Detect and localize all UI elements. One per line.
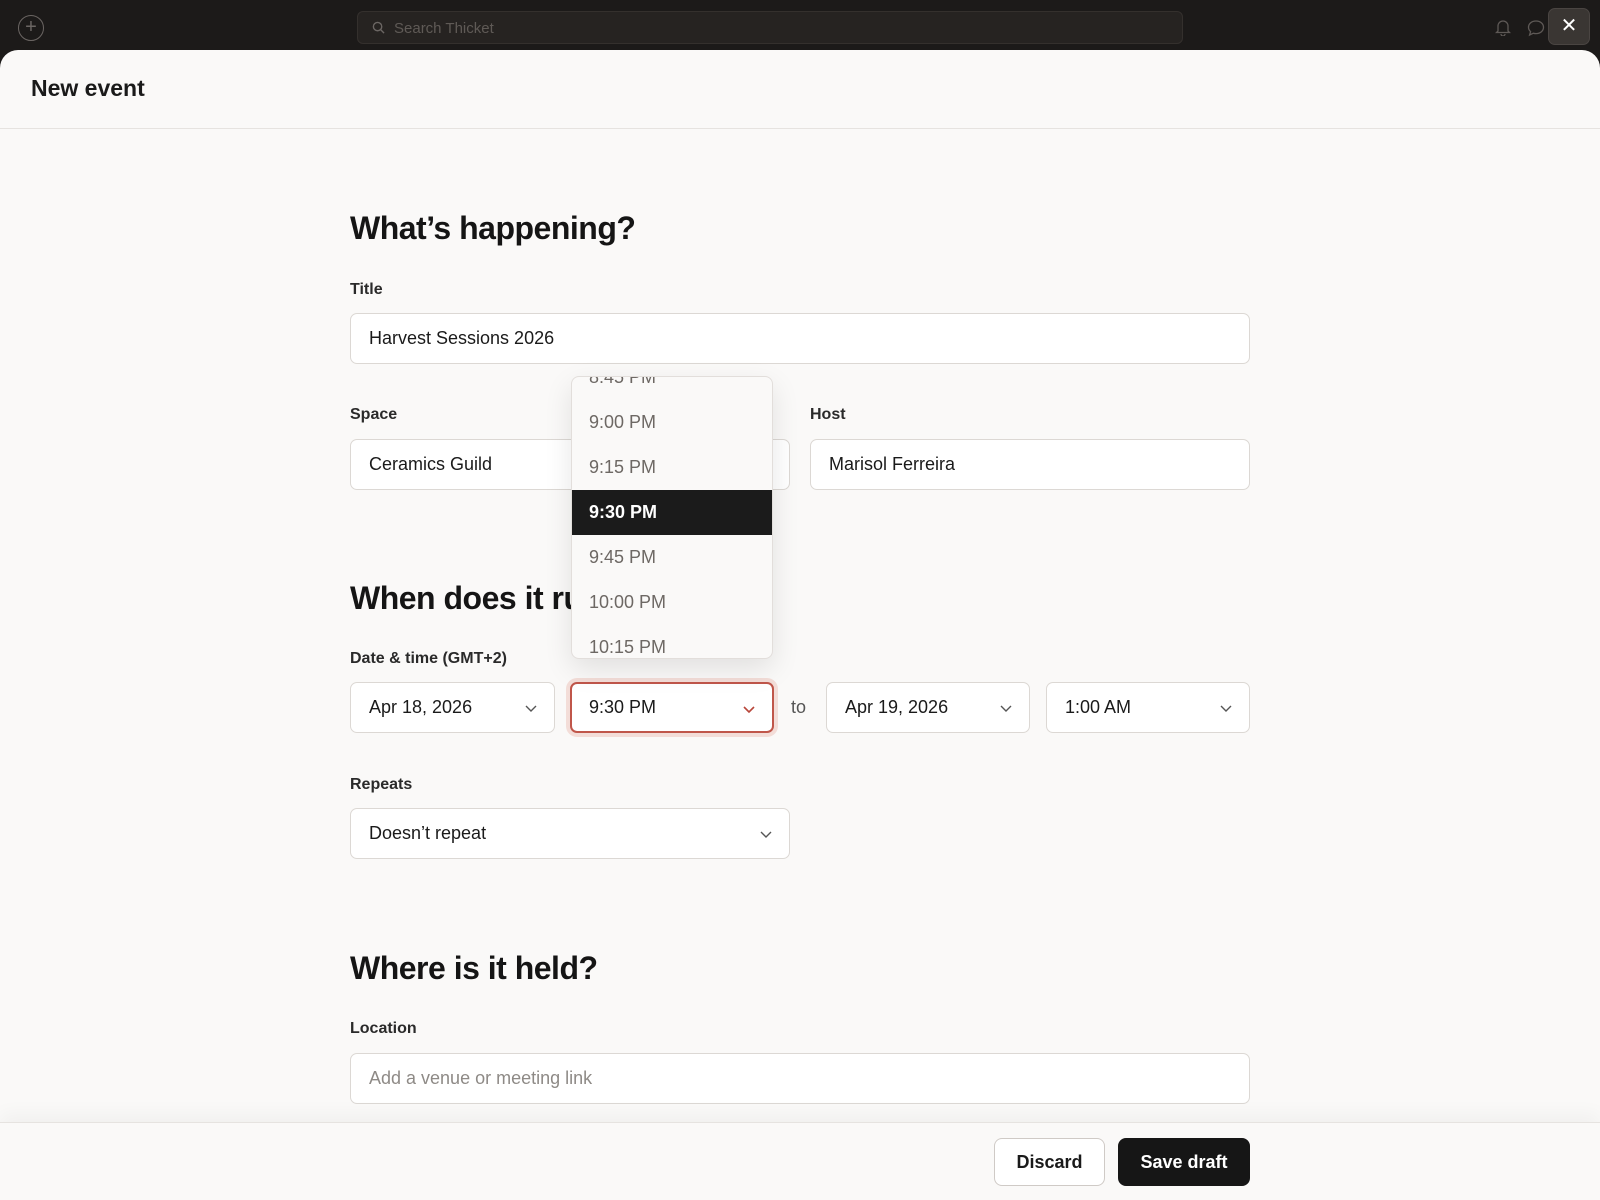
end-time-select[interactable]: 1:00 AM: [1046, 682, 1250, 733]
space-label: Space: [350, 406, 398, 423]
location-input[interactable]: Add a venue or meeting link: [350, 1053, 1250, 1104]
time-option[interactable]: 9:15 PM: [572, 445, 772, 490]
search-icon: [372, 21, 385, 34]
time-option[interactable]: 9:45 PM: [572, 535, 772, 580]
chevron-down-icon: [1000, 705, 1012, 712]
start-time-select[interactable]: 9:30 PM: [570, 682, 774, 733]
title-input[interactable]: Harvest Sessions 2026: [350, 313, 1250, 364]
host-input[interactable]: Marisol Ferreira: [810, 439, 1250, 490]
time-dropdown: 8:45 PM 9:00 PM 9:15 PM 9:30 PM 9:45 PM …: [571, 376, 773, 659]
section-heading-what: What’s happening?: [350, 210, 636, 246]
chat-icon[interactable]: [1527, 19, 1545, 37]
section-heading-where: Where is it held?: [350, 950, 598, 986]
time-option[interactable]: 8:45 PM: [572, 377, 772, 400]
close-button[interactable]: ✕: [1548, 8, 1590, 45]
repeats-label: Repeats: [350, 776, 413, 793]
time-option[interactable]: 10:00 PM: [572, 580, 772, 625]
repeats-select[interactable]: Doesn’t repeat: [350, 808, 790, 859]
save-draft-button[interactable]: Save draft: [1118, 1138, 1250, 1186]
new-event-sheet: New event What’s happening? Title Harves…: [0, 50, 1600, 1200]
host-value: Marisol Ferreira: [829, 454, 956, 474]
location-label: Location: [350, 1020, 417, 1037]
to-separator: to: [791, 697, 807, 717]
global-search[interactable]: Search Thicket: [357, 11, 1183, 44]
title-label: Title: [350, 281, 383, 298]
start-date-select[interactable]: Apr 18, 2026: [350, 682, 555, 733]
bell-icon[interactable]: [1495, 18, 1511, 36]
chevron-down-icon: [760, 831, 772, 838]
discard-button[interactable]: Discard: [994, 1138, 1105, 1186]
end-date-value: Apr 19, 2026: [845, 697, 949, 717]
time-option[interactable]: 10:15 PM: [572, 625, 772, 658]
repeats-value: Doesn’t repeat: [369, 823, 487, 843]
time-option-selected[interactable]: 9:30 PM: [572, 490, 772, 535]
space-value: Ceramics Guild: [369, 454, 493, 474]
search-placeholder: Search Thicket: [394, 20, 494, 37]
sheet-header: New event: [0, 50, 1600, 129]
start-date-value: Apr 18, 2026: [369, 697, 473, 717]
title-value: Harvest Sessions 2026: [369, 328, 555, 348]
chevron-down-icon: [525, 705, 537, 712]
add-icon[interactable]: +: [18, 15, 44, 41]
sheet-footer: Discard Save draft: [0, 1122, 1600, 1200]
location-placeholder: Add a venue or meeting link: [369, 1068, 593, 1088]
host-label: Host: [810, 406, 846, 423]
end-date-select[interactable]: Apr 19, 2026: [826, 682, 1030, 733]
app-top-bar: + Search Thicket ✕: [0, 0, 1600, 50]
time-option[interactable]: 9:00 PM: [572, 400, 772, 445]
chevron-down-icon: [1220, 705, 1232, 712]
datetime-label: Date & time (GMT+2): [350, 650, 507, 667]
end-time-value: 1:00 AM: [1065, 697, 1132, 717]
chevron-down-icon: [743, 706, 755, 714]
start-time-value: 9:30 PM: [589, 697, 657, 717]
page-title: New event: [31, 75, 145, 101]
